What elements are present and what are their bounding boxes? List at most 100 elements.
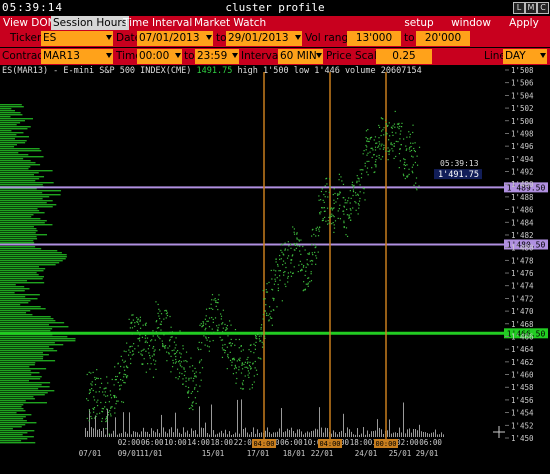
price-dot bbox=[131, 327, 134, 329]
volume-bar bbox=[401, 432, 402, 437]
price-tick-label: 1'484 bbox=[511, 218, 534, 227]
price-dot bbox=[137, 338, 139, 340]
price-dot bbox=[217, 308, 219, 311]
tab-session-hours[interactable]: Session Hours bbox=[51, 16, 130, 30]
price-dot bbox=[320, 190, 323, 193]
price-dot bbox=[398, 127, 400, 130]
price-dot bbox=[293, 231, 295, 233]
price-dot bbox=[357, 203, 360, 205]
price-dot bbox=[97, 399, 99, 401]
profile-bar bbox=[0, 310, 31, 312]
window-button-l[interactable]: L bbox=[513, 2, 525, 14]
price-dot bbox=[166, 351, 168, 353]
price-dot bbox=[238, 369, 240, 371]
tab-time-interval[interactable]: Time Interval bbox=[121, 16, 194, 30]
cluster-profile-chart[interactable]: 1'489.501'480.501'466.50 1'508 1'506 1'504… bbox=[0, 64, 550, 474]
price-tick-label: 1'472 bbox=[511, 294, 534, 303]
price-dot bbox=[271, 288, 273, 291]
price-dot bbox=[415, 177, 418, 179]
price-dot bbox=[173, 349, 175, 351]
price-dot bbox=[125, 375, 128, 377]
price-dot bbox=[119, 365, 122, 368]
interval-select[interactable]: 60 MIN bbox=[278, 49, 323, 64]
profile-bar bbox=[0, 282, 45, 284]
price-dot bbox=[189, 366, 191, 368]
profile-bar bbox=[0, 438, 28, 440]
price-dot bbox=[101, 407, 103, 410]
volume-bar bbox=[309, 432, 310, 437]
apply-button[interactable]: Apply bbox=[503, 16, 545, 30]
price-scale-input[interactable]: 0.25 bbox=[376, 49, 432, 64]
date-to-field[interactable]: 29/01/2013 bbox=[226, 31, 302, 46]
ticker-value: ES bbox=[43, 32, 57, 44]
volume-bar bbox=[127, 433, 128, 437]
window-button-m[interactable]: M bbox=[525, 2, 537, 14]
price-dot bbox=[188, 407, 191, 410]
price-dot bbox=[312, 228, 314, 231]
ticker-select[interactable]: ES bbox=[41, 31, 113, 46]
price-dot bbox=[264, 310, 266, 312]
profile-bar bbox=[0, 324, 50, 326]
crosshair-icon[interactable] bbox=[493, 426, 505, 438]
price-dot bbox=[284, 249, 286, 251]
price-dot bbox=[157, 335, 159, 337]
profile-bar bbox=[0, 296, 26, 298]
line-select[interactable]: DAY bbox=[503, 49, 547, 64]
price-dot bbox=[287, 272, 289, 274]
price-dot bbox=[239, 359, 241, 362]
price-dot bbox=[203, 335, 205, 337]
tab-market-watch[interactable]: Market Watch bbox=[192, 16, 268, 30]
price-dot bbox=[171, 366, 174, 368]
price-dot bbox=[380, 158, 382, 160]
price-dot bbox=[182, 345, 184, 347]
price-dot bbox=[159, 338, 161, 340]
contract-select[interactable]: MAR13 bbox=[41, 49, 113, 64]
price-dot bbox=[233, 357, 235, 359]
price-dot bbox=[261, 341, 263, 343]
profile-bar bbox=[0, 150, 42, 152]
price-dot bbox=[128, 318, 130, 320]
window-button[interactable]: window bbox=[448, 16, 494, 30]
price-dot bbox=[327, 196, 329, 198]
price-dot bbox=[393, 157, 395, 160]
price-dot bbox=[235, 382, 237, 384]
price-dot bbox=[227, 357, 230, 359]
vol-from-input[interactable]: 13'000 bbox=[347, 31, 401, 46]
price-dot bbox=[138, 338, 140, 340]
window-button-c[interactable]: C bbox=[537, 2, 549, 14]
price-dot bbox=[248, 349, 250, 351]
price-dot bbox=[290, 275, 293, 277]
price-dot bbox=[125, 365, 128, 367]
date-tick-label: 22/01 bbox=[311, 449, 334, 458]
price-dot bbox=[404, 158, 406, 161]
setup-button[interactable]: setup bbox=[399, 16, 439, 30]
price-dot bbox=[270, 317, 272, 320]
price-dot bbox=[279, 254, 281, 257]
date-from-field[interactable]: 07/01/2013 bbox=[137, 31, 213, 46]
price-dot bbox=[145, 371, 147, 373]
price-dot bbox=[305, 266, 307, 268]
price-dot bbox=[212, 308, 214, 310]
volume-bar bbox=[133, 431, 134, 437]
price-dot bbox=[254, 344, 256, 347]
price-dot bbox=[115, 396, 117, 398]
price-dot bbox=[284, 283, 286, 285]
price-dot bbox=[360, 177, 363, 179]
time-to-field[interactable]: 23:59 bbox=[195, 49, 239, 64]
price-dot bbox=[103, 394, 105, 396]
price-dot bbox=[221, 331, 224, 333]
volume-bar bbox=[253, 427, 254, 437]
price-dot bbox=[346, 235, 349, 238]
volume-bar bbox=[277, 431, 278, 437]
time-from-field[interactable]: 00:00 bbox=[137, 49, 182, 64]
profile-bar bbox=[0, 158, 24, 160]
price-dot bbox=[358, 204, 360, 206]
volume-bar bbox=[205, 422, 206, 437]
vol-to-input[interactable]: 20'000 bbox=[416, 31, 470, 46]
price-dot bbox=[150, 340, 152, 342]
price-dot bbox=[163, 318, 165, 320]
price-dot bbox=[274, 274, 276, 276]
profile-bar bbox=[0, 164, 41, 166]
price-dot bbox=[96, 413, 98, 415]
price-dot bbox=[240, 345, 242, 347]
